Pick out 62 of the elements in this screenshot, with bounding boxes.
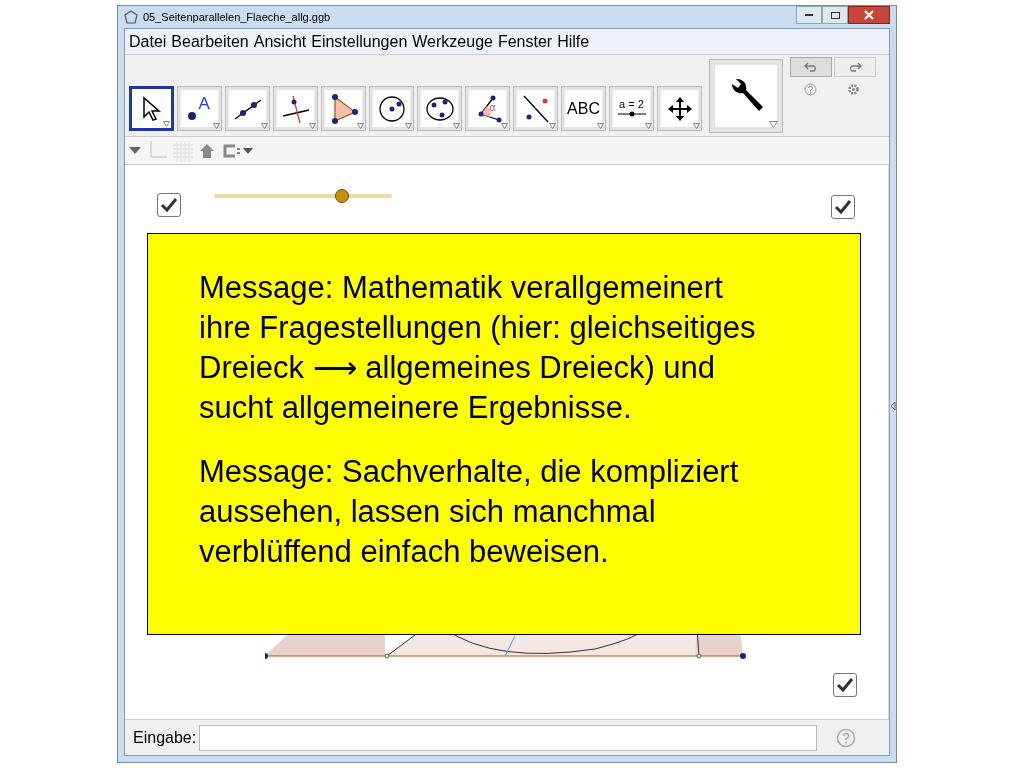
- collapse-handle-icon[interactable]: [890, 401, 896, 411]
- dropdown-triangle-icon: [549, 123, 556, 129]
- menu-item[interactable]: Bearbeiten: [171, 29, 249, 54]
- menu-item[interactable]: Datei: [129, 29, 167, 54]
- collapse-triangle-icon[interactable]: [129, 146, 141, 155]
- dropdown-triangle-icon: [501, 123, 508, 129]
- tool-button[interactable]: [657, 86, 702, 131]
- input-label: Eingabe:: [133, 727, 197, 748]
- tool-button[interactable]: [321, 86, 366, 131]
- cursor-icon: [140, 95, 163, 122]
- tool-button[interactable]: α: [465, 86, 510, 131]
- dropdown-triangle-icon: [213, 123, 220, 129]
- caret-icon[interactable]: [243, 147, 253, 154]
- settings-icon[interactable]: [847, 83, 860, 96]
- slider-thumb[interactable]: [335, 189, 350, 203]
- checkbox[interactable]: [831, 195, 855, 219]
- tool-button[interactable]: [225, 86, 270, 131]
- menu-item[interactable]: Fenster: [497, 29, 553, 54]
- tool-button[interactable]: [129, 86, 174, 131]
- input-field[interactable]: [199, 724, 818, 751]
- dropdown-triangle-icon: [645, 123, 652, 129]
- checkbox[interactable]: [833, 673, 857, 697]
- tool-button[interactable]: [513, 86, 558, 131]
- close-button[interactable]: [848, 6, 890, 24]
- undo-icon: [804, 62, 818, 72]
- tool-button[interactable]: [417, 86, 462, 131]
- dropdown-triangle-icon: [597, 123, 604, 129]
- dropdown-triangle-icon: [769, 121, 778, 128]
- dropdown-triangle-icon: [261, 123, 268, 129]
- slider-track[interactable]: [214, 189, 392, 203]
- redo-button[interactable]: [834, 57, 876, 77]
- dropdown-triangle-icon: [163, 121, 170, 127]
- dropdown-triangle-icon: [309, 123, 316, 129]
- redo-icon: [848, 62, 862, 72]
- maximize-button[interactable]: [822, 6, 848, 24]
- tool-button[interactable]: [369, 86, 414, 131]
- dropdown-triangle-icon: [453, 123, 460, 129]
- menu-item[interactable]: Ansicht: [253, 29, 307, 54]
- message-text: Message: Mathematik verallgemeinert ihre Fragestellungen (hier: gleichseitiges Dreieck ⟶ allgemeines Dreieck) und sucht allgemeinere Ergebnisse.: [199, 269, 757, 427]
- dropdown-triangle-icon: [405, 123, 412, 129]
- circle-icon: [376, 93, 407, 124]
- home-icon[interactable]: [199, 142, 215, 159]
- tool-button[interactable]: [273, 86, 318, 131]
- dropdown-triangle-icon: [357, 123, 364, 129]
- tools-button[interactable]: [709, 59, 783, 133]
- menu-item[interactable]: Einstellungen: [311, 29, 408, 54]
- menu-item[interactable]: Hilfe: [557, 29, 590, 54]
- message-text: Message: Sachverhalte, die kompliziert aussehen, lassen sich manchmal verblüffend einfach beweisen.: [199, 453, 740, 571]
- perpendicular-lines-icon: [280, 93, 311, 124]
- tool-button[interactable]: a = 2: [609, 86, 654, 131]
- menu-item[interactable]: Werkzeuge: [412, 29, 493, 54]
- dropdown-triangle-icon: [693, 123, 700, 129]
- tool-button[interactable]: ABC: [561, 86, 606, 131]
- text-tool-label: ABC: [567, 100, 600, 117]
- checkbox[interactable]: [157, 193, 181, 217]
- tool-button[interactable]: A: [177, 86, 222, 131]
- point-capture-icon[interactable]: [221, 143, 241, 158]
- close-icon: [864, 10, 874, 20]
- window-title: 05_Seitenparallelen_Flaeche_allg.ggb: [143, 9, 331, 25]
- app-icon: [124, 10, 138, 24]
- minimize-button[interactable]: [796, 6, 822, 24]
- move-arrows-icon: [666, 95, 693, 122]
